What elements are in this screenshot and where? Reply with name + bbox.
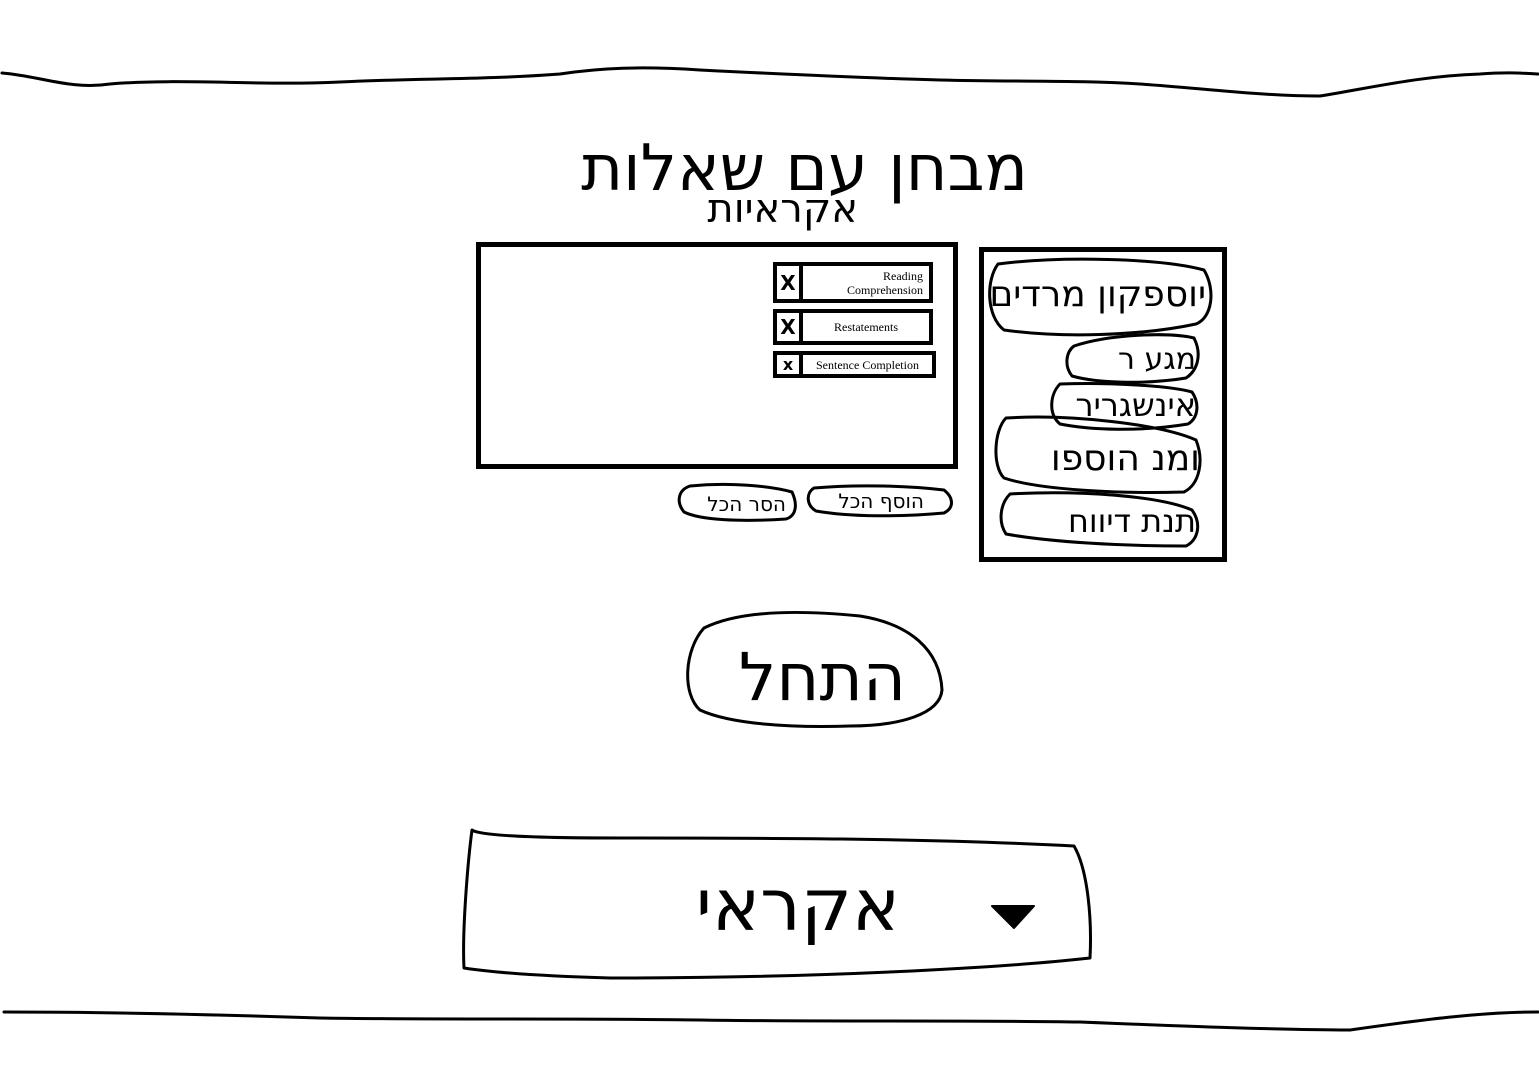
categories-panel [979,247,1227,562]
selected-tag-restatements: X Restatements [773,309,933,345]
top-border-line [0,66,1539,98]
selected-tag-reading-comprehension: X Reading Comprehension [773,262,933,303]
tag-label: Reading Comprehension [847,268,923,297]
selected-tag-sentence-completion: x Sentence Completion [773,351,936,378]
remove-tag-icon[interactable]: X [777,313,803,341]
page-title-line2: אקראיות [707,186,858,232]
remove-tag-icon[interactable]: x [777,355,803,374]
page: מבחן עם שאלות אקראיות הסר הכל הוסף הכל ה… [0,0,1539,1071]
tag-label: Restatements [834,320,898,334]
add-all-button[interactable] [806,484,956,520]
mode-select[interactable] [462,830,1092,980]
remove-tag-icon[interactable]: X [777,266,803,299]
start-button[interactable] [684,610,944,728]
tag-label: Sentence Completion [816,357,919,372]
bottom-border-line [2,1010,1539,1032]
remove-all-button[interactable] [678,482,798,522]
